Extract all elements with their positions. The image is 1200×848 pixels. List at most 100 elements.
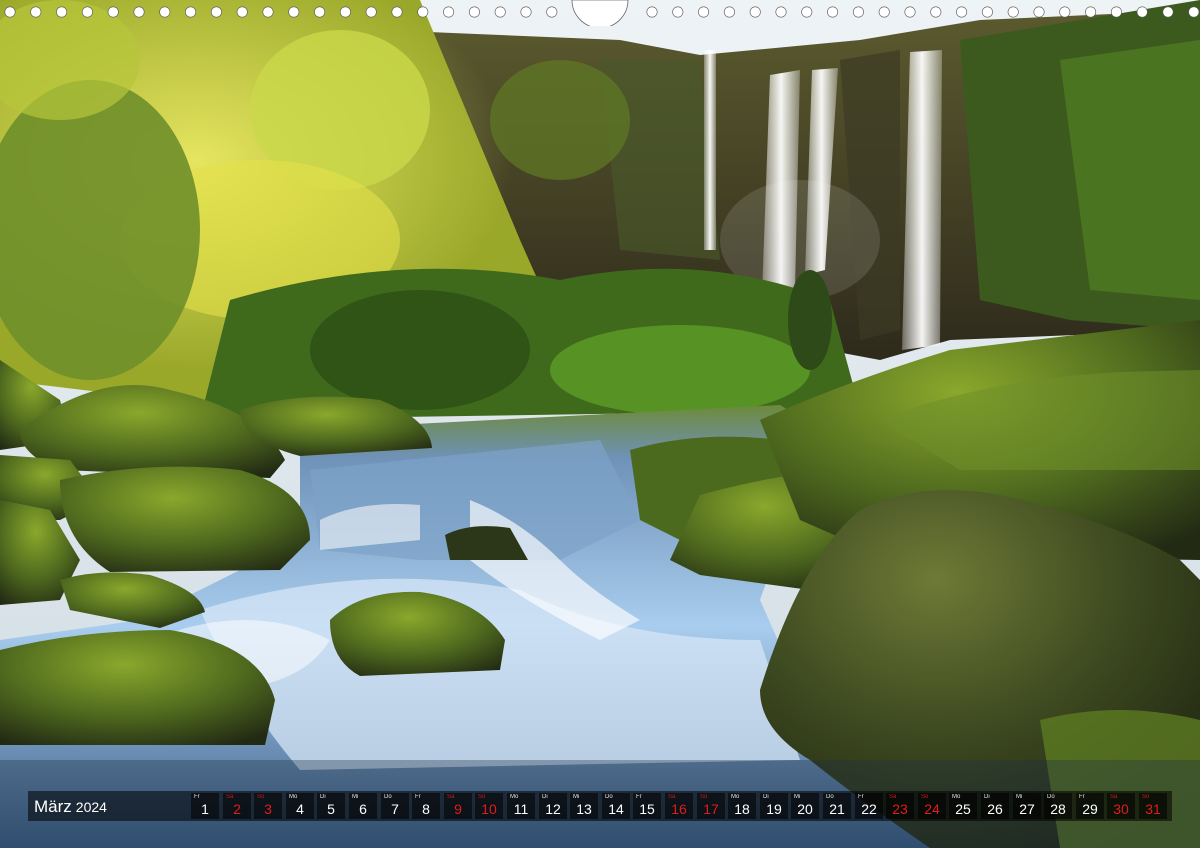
binding-hole bbox=[775, 6, 787, 18]
calendar-day-number: 18 bbox=[734, 801, 750, 817]
calendar-day-weekday: Mo bbox=[289, 794, 298, 800]
calendar-day-number: 1 bbox=[201, 801, 209, 817]
binding-hole bbox=[391, 6, 403, 18]
calendar-day-weekday: Fr bbox=[636, 794, 642, 800]
calendar-day-number: 15 bbox=[639, 801, 655, 817]
binding-hole bbox=[494, 6, 506, 18]
binding-hole bbox=[185, 6, 197, 18]
binding-hole bbox=[1007, 6, 1019, 18]
binding-hole bbox=[981, 6, 993, 18]
calendar-day: Mi 27 bbox=[1013, 793, 1041, 819]
calendar-day: Mo 4 bbox=[286, 793, 314, 819]
binding-hole bbox=[468, 6, 480, 18]
binding-hole bbox=[1162, 6, 1174, 18]
calendar-day-number: 22 bbox=[861, 801, 877, 817]
binding-hole bbox=[81, 6, 93, 18]
binding-hole bbox=[417, 6, 429, 18]
calendar-day: Fr 22 bbox=[855, 793, 883, 819]
calendar-day-number: 20 bbox=[797, 801, 813, 817]
calendar-day-weekday: Do bbox=[605, 794, 613, 800]
binding-hole bbox=[1085, 6, 1097, 18]
binding-hole bbox=[904, 6, 916, 18]
binding-hole bbox=[159, 6, 171, 18]
calendar-day-number: 29 bbox=[1082, 801, 1098, 817]
calendar-binding bbox=[4, 0, 1200, 26]
calendar-day-number: 25 bbox=[955, 801, 971, 817]
calendar-day-weekday: Sa bbox=[668, 794, 676, 800]
calendar-day: Do 21 bbox=[823, 793, 851, 819]
calendar-day: Mi 6 bbox=[349, 793, 377, 819]
calendar-day: Fr 29 bbox=[1076, 793, 1104, 819]
calendar-day-number: 7 bbox=[391, 801, 399, 817]
calendar-day: Sa 2 bbox=[223, 793, 251, 819]
calendar-month-label: März 2024 bbox=[34, 797, 107, 817]
calendar-day: Sa 16 bbox=[665, 793, 693, 819]
calendar-day-number: 23 bbox=[892, 801, 908, 817]
calendar-day-weekday: So bbox=[921, 794, 929, 800]
calendar-day-weekday: Mi bbox=[794, 794, 801, 800]
calendar-day-number: 8 bbox=[422, 801, 430, 817]
calendar-day-weekday: Sa bbox=[226, 794, 234, 800]
calendar-day-weekday: Sa bbox=[447, 794, 455, 800]
calendar-day-weekday: So bbox=[257, 794, 265, 800]
calendar-day: Mo 25 bbox=[949, 793, 977, 819]
calendar-day-number: 16 bbox=[671, 801, 687, 817]
calendar-day-weekday: Do bbox=[826, 794, 834, 800]
binding-hole bbox=[930, 6, 942, 18]
binding-hole bbox=[1033, 6, 1045, 18]
calendar-day-weekday: Mo bbox=[731, 794, 740, 800]
calendar-day-number: 19 bbox=[766, 801, 782, 817]
calendar-day-weekday: So bbox=[700, 794, 708, 800]
binding-hole bbox=[723, 6, 735, 18]
calendar-day-weekday: Sa bbox=[1110, 794, 1118, 800]
calendar-day-weekday: Di bbox=[763, 794, 769, 800]
binding-hole bbox=[133, 6, 145, 18]
calendar-day-number: 26 bbox=[987, 801, 1003, 817]
calendar-day: Di 26 bbox=[981, 793, 1009, 819]
calendar-day-weekday: Mi bbox=[352, 794, 359, 800]
binding-hole bbox=[107, 6, 119, 18]
binding-hole bbox=[878, 6, 890, 18]
calendar-day-number: 21 bbox=[829, 801, 845, 817]
binding-hole bbox=[801, 6, 813, 18]
calendar-day: Sa 9 bbox=[444, 793, 472, 819]
calendar-day-number: 3 bbox=[264, 801, 272, 817]
calendar-day-number: 28 bbox=[1050, 801, 1066, 817]
calendar-day: Mi 13 bbox=[570, 793, 598, 819]
binding-hole bbox=[288, 6, 300, 18]
month-year: 2024 bbox=[75, 799, 107, 815]
calendar-day: Di 12 bbox=[539, 793, 567, 819]
calendar-day-weekday: Di bbox=[984, 794, 990, 800]
binding-hole bbox=[956, 6, 968, 18]
calendar-day: Mi 20 bbox=[791, 793, 819, 819]
calendar-day: Mo 18 bbox=[728, 793, 756, 819]
calendar-day-weekday: So bbox=[1142, 794, 1150, 800]
hanger-cutout bbox=[571, 0, 629, 26]
binding-hole bbox=[314, 6, 326, 18]
calendar-day: So 31 bbox=[1139, 793, 1167, 819]
waterfall-photo bbox=[0, 0, 1200, 848]
calendar-day: So 24 bbox=[918, 793, 946, 819]
calendar-day-number: 12 bbox=[545, 801, 561, 817]
binding-hole bbox=[672, 6, 684, 18]
calendar-day-number: 30 bbox=[1113, 801, 1129, 817]
calendar-month-bar: März 2024 Fr 1 Sa 2 So 3 Mo 4 Di 5 Mi 6 Do 7 Fr 8 Sa 9 So 10… bbox=[28, 791, 1172, 821]
binding-hole bbox=[698, 6, 710, 18]
binding-hole bbox=[236, 6, 248, 18]
binding-hole bbox=[365, 6, 377, 18]
binding-hole bbox=[827, 6, 839, 18]
binding-hole bbox=[546, 6, 558, 18]
calendar-day: Do 28 bbox=[1044, 793, 1072, 819]
calendar-day: Sa 30 bbox=[1107, 793, 1135, 819]
binding-hole bbox=[1059, 6, 1071, 18]
calendar-day-number: 9 bbox=[454, 801, 462, 817]
calendar-day-number: 2 bbox=[233, 801, 241, 817]
binding-hole bbox=[339, 6, 351, 18]
binding-hole bbox=[1110, 6, 1122, 18]
binding-hole bbox=[30, 6, 42, 18]
calendar-day-weekday: Do bbox=[384, 794, 392, 800]
calendar-day: So 3 bbox=[254, 793, 282, 819]
calendar-day-number: 14 bbox=[608, 801, 624, 817]
calendar-day: Fr 1 bbox=[191, 793, 219, 819]
calendar-day-number: 17 bbox=[703, 801, 719, 817]
